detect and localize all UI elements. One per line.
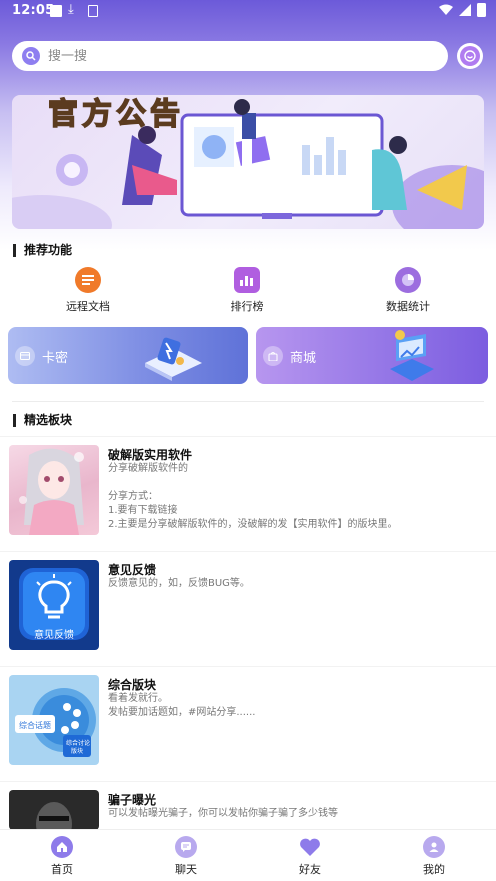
section-title-featured: 精选板块: [13, 414, 72, 427]
post-thumbnail: [9, 790, 99, 830]
tab-friends[interactable]: 好友: [280, 836, 340, 877]
card-label: 商城: [290, 351, 317, 366]
heart-icon: [299, 836, 321, 858]
download-icon: ⤓: [68, 2, 74, 17]
card-label: 卡密: [42, 351, 69, 366]
shop-bag-icon: [263, 346, 283, 366]
list-item-scam-exposure[interactable]: 骗子曝光 可以发帖曝光骗子，你可以发帖你骗子骗了多少钱等: [0, 781, 496, 830]
tab-label: 好友: [299, 863, 321, 876]
section-title-recommend: 推荐功能: [13, 244, 72, 257]
post-thumbnail: 综合话题 综合讨论 版块: [9, 675, 99, 765]
function-statistics[interactable]: 数据统计: [358, 267, 458, 314]
home-icon: [51, 836, 73, 858]
section-divider: [12, 401, 484, 402]
search-bar[interactable]: [12, 41, 448, 71]
tab-label: 聊天: [175, 863, 197, 876]
announcement-banner[interactable]: 官方公告: [12, 95, 484, 229]
post-thumbnail: [9, 445, 99, 535]
post-description: 可以发帖曝光骗子，你可以发帖你骗子骗了多少钱等: [108, 808, 338, 819]
pie-chart-icon: [395, 267, 421, 293]
list-item-feedback[interactable]: 意见反馈 意见反馈 反馈意见的，如，反馈BUG等。: [0, 551, 496, 659]
chat-icon: [175, 836, 197, 858]
signal-icon: [459, 4, 471, 16]
card-kami[interactable]: 卡密: [8, 327, 248, 384]
thumb-text-topic: 综合话题: [19, 721, 51, 730]
battery-icon: [477, 3, 486, 17]
tab-mine[interactable]: 我的: [404, 836, 464, 877]
function-label: 数据统计: [386, 300, 430, 313]
thumb-text-board: 版块: [71, 748, 84, 755]
post-description: 看着发就行。 发帖要加话题如，#网站分享......: [108, 693, 256, 718]
banner-title: 官方公告: [47, 96, 184, 133]
list-item-general[interactable]: 综合话题 综合讨论 版块 综合版块 看着发就行。 发帖要加话题如，#网站分享..…: [0, 666, 496, 774]
post-title: 意见反馈: [108, 563, 157, 577]
tab-chat[interactable]: 聊天: [156, 836, 216, 877]
post-description: 反馈意见的，如，反馈BUG等。: [108, 578, 250, 589]
search-input[interactable]: [48, 48, 408, 64]
post-title: 破解版实用软件: [108, 448, 193, 462]
tab-label: 首页: [51, 863, 73, 876]
function-ranking[interactable]: 排行榜: [197, 267, 297, 314]
profile-icon: [423, 836, 445, 858]
function-remote-docs[interactable]: 远程文档: [38, 267, 138, 314]
post-description: 分享破解版软件的 分享方式： 1.要有下载链接 2.主要是分享破解版软件的，没破…: [108, 463, 398, 530]
tab-home[interactable]: 首页: [32, 836, 92, 877]
search-icon: [22, 47, 40, 65]
image-notification-icon: [88, 5, 98, 17]
post-title: 综合版块: [108, 678, 157, 692]
smile-icon: [460, 46, 480, 66]
status-bar: 12:05 ⤓: [0, 0, 496, 22]
document-icon: [75, 267, 101, 293]
list-item-cracked-software[interactable]: 破解版实用软件 分享破解版软件的 分享方式： 1.要有下载链接 2.主要是分享破…: [0, 436, 496, 544]
shop-illustration: [390, 330, 434, 381]
status-time: 12:05: [12, 3, 55, 18]
wifi-icon: [439, 4, 453, 15]
notification-icon: [50, 5, 62, 17]
function-label: 排行榜: [230, 300, 264, 313]
function-label: 远程文档: [66, 300, 110, 313]
card-illustration: [145, 337, 202, 381]
post-title: 骗子曝光: [108, 793, 157, 807]
bar-chart-icon: [234, 267, 260, 293]
card-shop[interactable]: 商城: [256, 327, 488, 384]
thumb-text: 意见反馈: [34, 630, 74, 641]
card-icon: [15, 346, 35, 366]
profile-smile-button[interactable]: [457, 43, 483, 69]
tab-label: 我的: [423, 863, 445, 876]
post-thumbnail: 意见反馈: [9, 560, 99, 650]
bottom-tab-bar: 首页 聊天 好友 我的: [0, 829, 496, 881]
